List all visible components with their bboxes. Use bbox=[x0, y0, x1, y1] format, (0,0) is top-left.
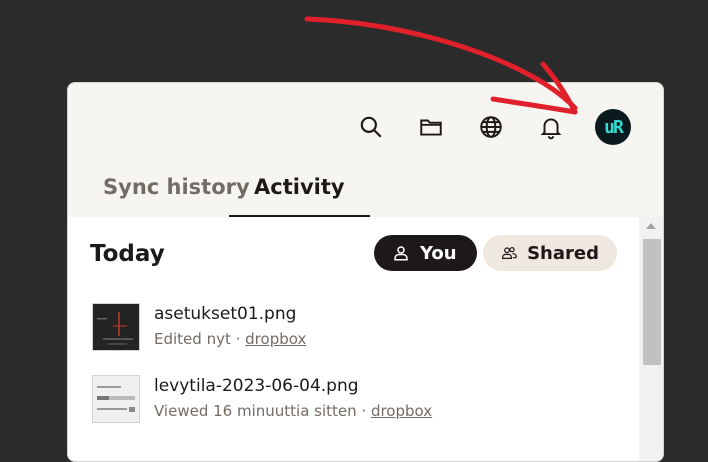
file-name: asetukset01.png bbox=[154, 304, 297, 324]
scroll-up-arrow-icon[interactable] bbox=[646, 223, 656, 229]
file-meta: Viewed 16 minuuttia sitten · dropbox bbox=[154, 402, 432, 420]
file-action: Viewed 16 minuuttia sitten bbox=[154, 402, 357, 420]
file-thumbnail bbox=[92, 303, 140, 351]
tab-activity[interactable]: Activity bbox=[229, 175, 370, 218]
file-action: Edited nyt bbox=[154, 330, 231, 348]
scrollbar-thumb[interactable] bbox=[643, 239, 661, 365]
tab-sync-history[interactable]: Sync history bbox=[103, 175, 250, 215]
scrollbar[interactable] bbox=[639, 217, 663, 461]
globe-icon[interactable] bbox=[475, 111, 507, 143]
tab-bar: Sync history Activity bbox=[68, 163, 663, 218]
meta-separator: · bbox=[356, 402, 371, 420]
file-meta: Edited nyt · dropbox bbox=[154, 330, 306, 348]
file-thumbnail bbox=[92, 375, 140, 423]
file-location-link[interactable]: dropbox bbox=[371, 402, 432, 420]
filter-shared-label: Shared bbox=[527, 242, 599, 264]
list-item[interactable]: levytila-2023-06-04.png Viewed 16 minuut… bbox=[92, 375, 612, 427]
meta-separator: · bbox=[230, 330, 246, 348]
folder-icon[interactable] bbox=[415, 111, 447, 143]
person-icon bbox=[394, 246, 408, 261]
search-icon[interactable] bbox=[355, 111, 387, 143]
filter-shared-button[interactable]: Shared bbox=[483, 235, 617, 271]
people-icon bbox=[502, 247, 517, 259]
dropbox-panel: uR Sync history Activity Today You Share… bbox=[67, 82, 664, 462]
activity-list: Today You Shared asetukset01.png Edited … bbox=[68, 217, 639, 461]
file-location-link[interactable]: dropbox bbox=[245, 330, 306, 348]
avatar[interactable]: uR bbox=[595, 109, 631, 145]
bell-icon[interactable] bbox=[535, 111, 567, 143]
list-item[interactable]: asetukset01.png Edited nyt · dropbox bbox=[92, 303, 612, 355]
filter-you-button[interactable]: You bbox=[374, 235, 477, 271]
section-title: Today bbox=[90, 241, 165, 267]
filter-you-label: You bbox=[420, 242, 457, 264]
file-name: levytila-2023-06-04.png bbox=[154, 376, 359, 396]
